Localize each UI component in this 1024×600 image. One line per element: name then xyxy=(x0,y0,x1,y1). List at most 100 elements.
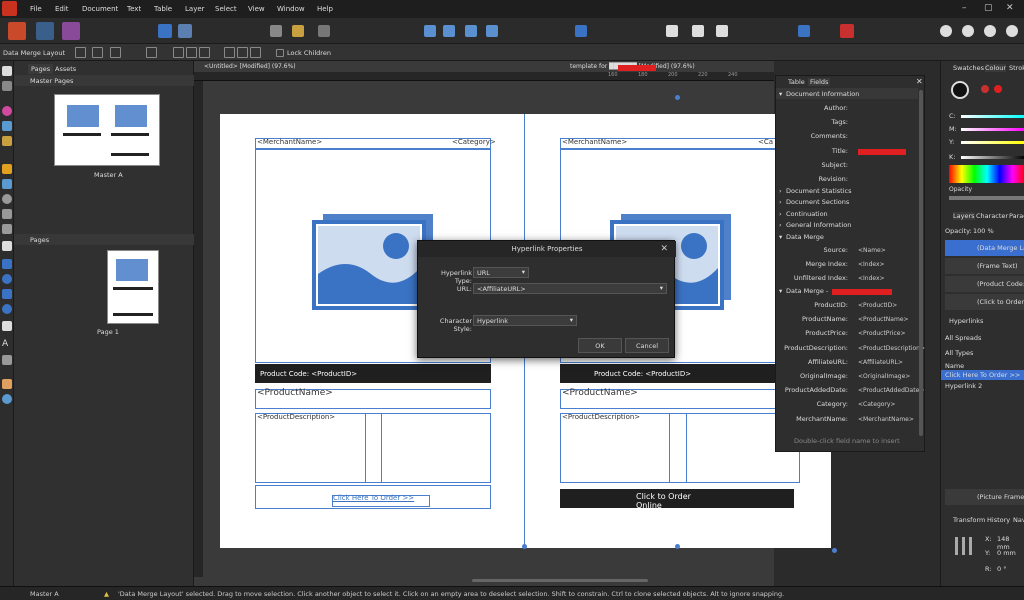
yellow-slider[interactable] xyxy=(961,141,1024,144)
menu-file[interactable]: File xyxy=(30,5,42,13)
field-merge-index[interactable]: Merge Index: xyxy=(806,260,848,268)
merge-field-name[interactable]: AffiliateURL: xyxy=(808,358,848,366)
fill-swatch[interactable] xyxy=(951,81,969,99)
field-tags[interactable]: Tags: xyxy=(831,118,848,126)
recent-color-swatch[interactable] xyxy=(994,85,1002,93)
doc-sections[interactable]: Document Sections xyxy=(786,198,849,206)
color-picker-icon[interactable] xyxy=(981,85,989,93)
layer-data-merge[interactable]: (Data Merge Layo xyxy=(945,240,1024,256)
category-placeholder-right[interactable]: <Ca xyxy=(758,138,773,146)
crop-tool-icon[interactable] xyxy=(2,241,12,251)
group-icon[interactable] xyxy=(292,25,304,37)
merchant-name-placeholder-right[interactable]: <MerchantName> xyxy=(562,138,627,146)
description-frame-left[interactable] xyxy=(255,413,491,483)
table-tool-icon[interactable] xyxy=(2,224,12,234)
show-rotation-icon[interactable] xyxy=(92,47,103,58)
align-icon[interactable] xyxy=(575,25,587,37)
magenta-slider[interactable] xyxy=(961,128,1024,131)
merge-field-name[interactable]: ProductAddedDate: xyxy=(785,386,848,394)
align-middle-icon[interactable] xyxy=(237,47,248,58)
ok-button[interactable]: OK xyxy=(578,338,622,353)
merge-field-name[interactable]: OriginalImage: xyxy=(800,372,848,380)
dialog-close-icon[interactable]: ✕ xyxy=(660,244,668,254)
align-right-icon[interactable] xyxy=(199,47,210,58)
rotate-icon[interactable] xyxy=(465,25,477,37)
menu-edit[interactable]: Edit xyxy=(55,5,69,13)
zoom-tool-icon[interactable] xyxy=(2,394,12,404)
selection-handle[interactable] xyxy=(522,544,527,549)
merge-field-name[interactable]: ProductName: xyxy=(802,315,848,323)
tab-untitled[interactable]: <Untitled> [Modified] (97.6%) xyxy=(204,63,296,72)
menu-text[interactable]: Text xyxy=(127,5,141,13)
general-info[interactable]: General Information xyxy=(786,221,851,229)
product-description-placeholder-right[interactable]: <ProductDescription> xyxy=(562,413,640,421)
hyperlink-item-2[interactable]: Hyperlink 2 xyxy=(945,382,982,390)
tab-fields[interactable]: Fields xyxy=(808,78,831,86)
tab-character[interactable]: Character xyxy=(976,212,1008,220)
all-spreads-select[interactable]: All Spreads xyxy=(945,334,981,342)
node-tool-icon[interactable] xyxy=(2,81,12,91)
merge-field-name[interactable]: MerchantName: xyxy=(796,415,848,423)
description-frame-right[interactable] xyxy=(560,413,800,483)
picture-frame-icon[interactable] xyxy=(2,179,12,189)
selection-handle[interactable] xyxy=(832,548,837,553)
rotate-right-icon[interactable] xyxy=(486,25,498,37)
maximize-icon[interactable]: ▢ xyxy=(984,3,993,13)
designer-persona-icon[interactable] xyxy=(36,22,54,40)
publisher-persona-icon[interactable] xyxy=(8,22,26,40)
transform-origin-icon[interactable] xyxy=(75,47,86,58)
field-unfiltered-index[interactable]: Unfiltered Index: xyxy=(794,274,848,282)
arrange-icon[interactable] xyxy=(270,25,282,37)
continuation[interactable]: Continuation xyxy=(786,210,828,218)
boolean-add-icon[interactable] xyxy=(940,25,952,37)
anchor-grid-icon[interactable] xyxy=(955,537,973,555)
tab-layers[interactable]: Layers xyxy=(953,212,975,220)
cyan-slider[interactable] xyxy=(961,115,1024,118)
tab-stroke[interactable]: Stroke xyxy=(1009,64,1024,72)
artistic-text-icon[interactable] xyxy=(2,321,12,331)
merge-field-name[interactable]: Category: xyxy=(817,400,848,408)
menu-view[interactable]: View xyxy=(248,5,265,13)
table-icon[interactable] xyxy=(2,355,12,365)
boolean-subtract-icon[interactable] xyxy=(962,25,974,37)
merge-field-name[interactable]: ProductID: xyxy=(814,301,848,309)
category-placeholder[interactable]: <Category> xyxy=(452,138,496,146)
url-select[interactable]: <AffiliateURL> ▾ xyxy=(473,283,667,294)
merge-field-name[interactable]: ProductDescription: xyxy=(784,344,848,352)
align-center-icon[interactable] xyxy=(186,47,197,58)
menu-select[interactable]: Select xyxy=(215,5,237,13)
opacity-slider[interactable] xyxy=(949,196,1024,200)
menu-document[interactable]: Document xyxy=(82,5,118,13)
product-code-bar-right[interactable]: Product Code: <ProductID> xyxy=(560,364,800,383)
align-top-icon[interactable] xyxy=(224,47,235,58)
tab-transform[interactable]: Transform xyxy=(953,516,985,524)
layer-picture-frame[interactable]: (Picture Frame) xyxy=(945,489,1024,505)
r-value[interactable]: 0 ° xyxy=(997,565,1006,573)
data-merge-header[interactable]: Data Merge xyxy=(786,233,824,241)
black-slider[interactable] xyxy=(961,156,1024,159)
order-icon[interactable] xyxy=(318,25,330,37)
hand-tool-icon[interactable] xyxy=(2,379,12,389)
field-author[interactable]: Author: xyxy=(824,104,848,112)
preview-icon[interactable] xyxy=(716,25,728,37)
shape-tool-icon[interactable] xyxy=(2,304,12,314)
fill-tool-icon[interactable] xyxy=(2,121,12,131)
product-name-placeholder[interactable]: <ProductName> xyxy=(257,388,333,398)
click-online-button[interactable]: Click to Order Online xyxy=(560,489,794,510)
text-wrap-icon[interactable] xyxy=(798,25,810,37)
align-bottom-icon[interactable] xyxy=(250,47,261,58)
boolean-intersect-icon[interactable] xyxy=(984,25,996,37)
menu-help[interactable]: Help xyxy=(317,5,333,13)
edit-geometry-icon[interactable] xyxy=(110,47,121,58)
color-spectrum[interactable] xyxy=(949,165,1024,183)
selection-handle[interactable] xyxy=(675,544,680,549)
tab-assets[interactable]: Assets xyxy=(52,64,79,74)
align-left-icon[interactable] xyxy=(173,47,184,58)
field-source[interactable]: Source: xyxy=(823,246,848,254)
edit-layout-icon[interactable] xyxy=(146,47,157,58)
horizontal-scrollbar[interactable] xyxy=(472,579,648,582)
rectangle-tool-icon[interactable] xyxy=(2,259,12,269)
horizontal-ruler[interactable]: 160 180 200 220 240 xyxy=(194,72,774,81)
merchant-name-placeholder[interactable]: <MerchantName> xyxy=(257,138,322,146)
layer-frame-text[interactable]: (Frame Text) xyxy=(945,258,1024,274)
